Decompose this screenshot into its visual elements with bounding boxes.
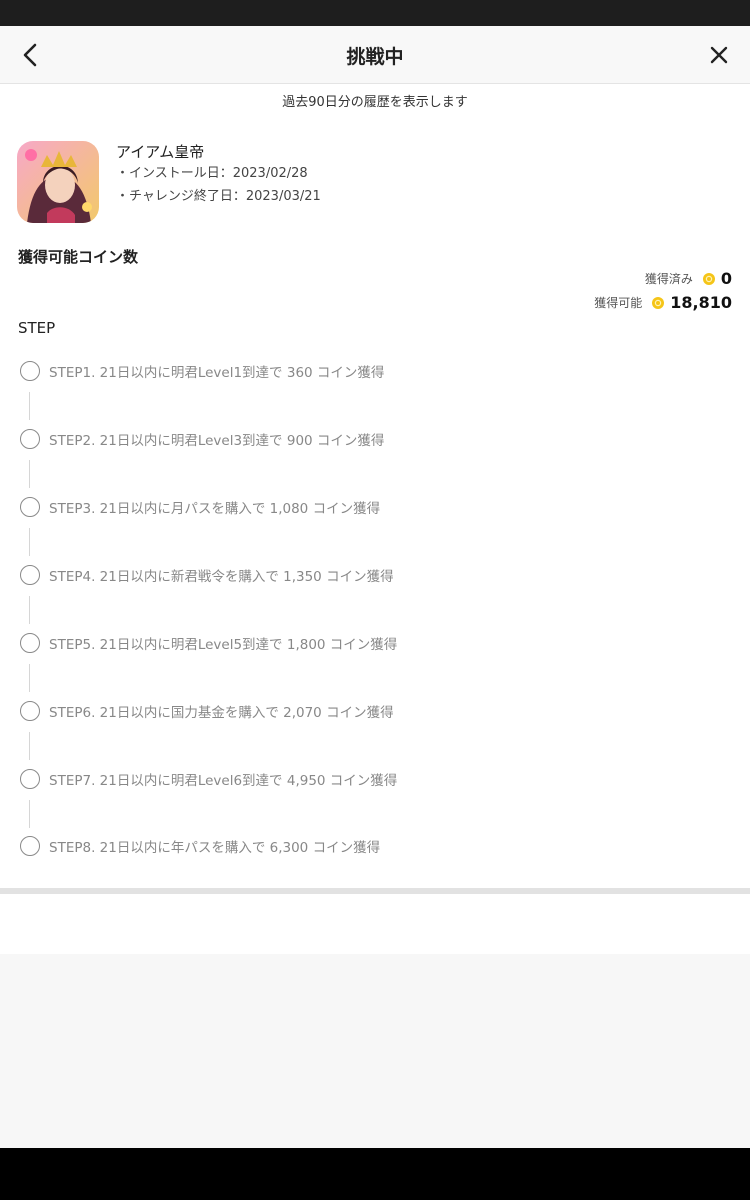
footer-band bbox=[0, 894, 750, 954]
step-radio[interactable] bbox=[20, 701, 40, 721]
close-icon bbox=[710, 46, 728, 64]
step-text: STEP5. 21日以内に明君Level5到達で 1,800 コイン獲得 bbox=[49, 637, 398, 653]
earned-label: 獲得済み bbox=[644, 272, 693, 286]
step-item[interactable]: STEP8. 21日以内に年パスを購入で 6,300 コイン獲得 bbox=[20, 836, 380, 856]
close-button[interactable] bbox=[704, 40, 734, 70]
step-text: STEP8. 21日以内に年パスを購入で 6,300 コイン獲得 bbox=[49, 840, 381, 856]
available-label: 獲得可能 bbox=[594, 296, 643, 310]
available-coins-heading: 獲得可能コイン数 bbox=[18, 248, 139, 266]
step-text: STEP1. 21日以内に明君Level1到達で 360 コイン獲得 bbox=[49, 365, 385, 381]
navigation-bar bbox=[0, 1148, 750, 1200]
step-connector bbox=[29, 732, 30, 760]
challenge-detail: 過去90日分の履歴を表示します アイアム皇帝 ・インストール日：2023/02/… bbox=[0, 84, 750, 888]
step-radio[interactable] bbox=[20, 361, 40, 381]
step-text: STEP4. 21日以内に新君戦令を購入で 1,350 コイン獲得 bbox=[49, 569, 394, 585]
step-connector bbox=[29, 800, 30, 828]
step-item[interactable]: STEP3. 21日以内に月パスを購入で 1,080 コイン獲得 bbox=[20, 497, 380, 517]
step-item[interactable]: STEP6. 21日以内に国力基金を購入で 2,070 コイン獲得 bbox=[20, 701, 394, 721]
step-radio[interactable] bbox=[20, 497, 40, 517]
step-radio[interactable] bbox=[20, 429, 40, 449]
coin-icon bbox=[652, 296, 665, 309]
app-name: アイアム皇帝 bbox=[116, 143, 205, 161]
status-bar bbox=[0, 0, 750, 26]
step-item[interactable]: STEP5. 21日以内に明君Level5到達で 1,800 コイン獲得 bbox=[20, 633, 397, 653]
step-text: STEP6. 21日以内に国力基金を購入で 2,070 コイン獲得 bbox=[49, 705, 394, 721]
step-connector bbox=[29, 664, 30, 692]
step-item[interactable]: STEP1. 21日以内に明君Level1到達で 360 コイン獲得 bbox=[20, 361, 384, 381]
step-item[interactable]: STEP7. 21日以内に明君Level6到達で 4,950 コイン獲得 bbox=[20, 769, 397, 789]
step-connector bbox=[29, 392, 30, 420]
earned-coins-row: 獲得済み 0 bbox=[645, 269, 732, 288]
available-value: 18,810 bbox=[670, 293, 732, 312]
step-connector bbox=[29, 596, 30, 624]
app-icon bbox=[17, 141, 99, 223]
page-title: 挑戦中 bbox=[346, 46, 404, 68]
earned-value: 0 bbox=[720, 269, 732, 288]
challenge-end-date: ・チャレンジ終了日：2023/03/21 bbox=[116, 189, 321, 204]
step-connector bbox=[29, 460, 30, 488]
step-radio[interactable] bbox=[20, 769, 40, 789]
header: 挑戦中 bbox=[0, 26, 750, 84]
step-text: STEP7. 21日以内に明君Level6到達で 4,950 コイン獲得 bbox=[49, 773, 398, 789]
step-connector bbox=[29, 528, 30, 556]
step-item[interactable]: STEP4. 21日以内に新君戦令を購入で 1,350 コイン獲得 bbox=[20, 565, 394, 585]
step-radio[interactable] bbox=[20, 633, 40, 653]
step-text: STEP2. 21日以内に明君Level3到達で 900 コイン獲得 bbox=[49, 433, 385, 449]
install-date: ・インストール日：2023/02/28 bbox=[116, 166, 308, 181]
step-text: STEP3. 21日以内に月パスを購入で 1,080 コイン獲得 bbox=[49, 501, 381, 517]
step-radio[interactable] bbox=[20, 565, 40, 585]
step-item[interactable]: STEP2. 21日以内に明君Level3到達で 900 コイン獲得 bbox=[20, 429, 384, 449]
coin-icon bbox=[702, 272, 715, 285]
history-note: 過去90日分の履歴を表示します bbox=[282, 95, 468, 110]
step-heading: STEP bbox=[18, 319, 56, 337]
step-radio[interactable] bbox=[20, 836, 40, 856]
available-coins-row: 獲得可能 18,810 bbox=[594, 293, 732, 312]
